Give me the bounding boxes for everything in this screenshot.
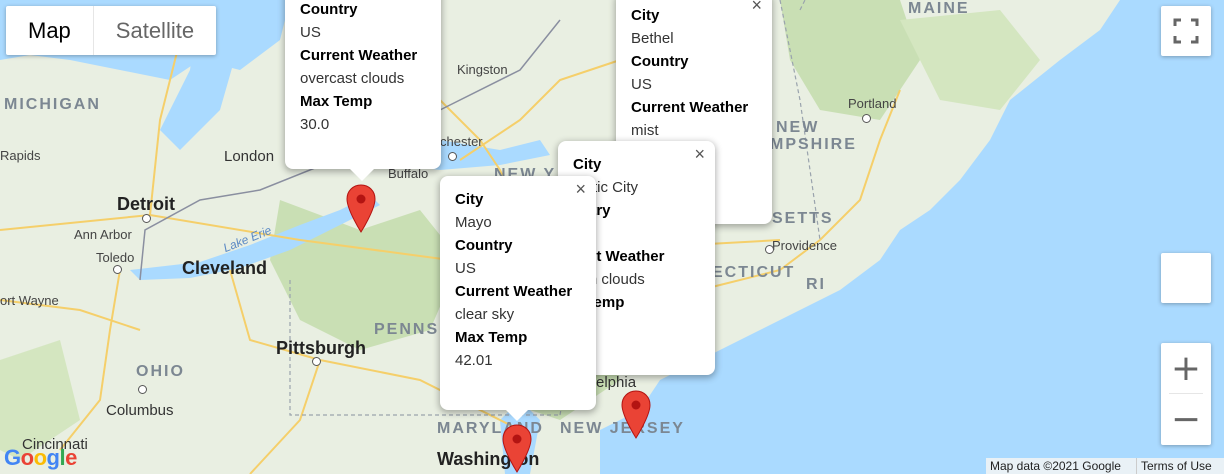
- map-marker[interactable]: [621, 390, 651, 440]
- city-dot: [113, 265, 122, 274]
- place-label: MICHIGAN: [4, 96, 101, 113]
- street-view-control[interactable]: [1161, 253, 1211, 303]
- info-window-tail: [350, 169, 374, 181]
- info-window: × City Mayo Country US Current Weather c…: [440, 176, 596, 410]
- info-key: Country: [455, 237, 513, 254]
- place-label: Ann Arbor: [74, 227, 132, 242]
- city-dot: [448, 152, 457, 161]
- place-label: Rapids: [0, 148, 41, 163]
- city-dot: [765, 245, 774, 254]
- info-value: 42.01: [455, 352, 493, 369]
- map-attribution: Map data ©2021 Google: [986, 458, 1136, 474]
- place-label: Columbus: [106, 402, 174, 419]
- info-key: Current Weather: [300, 47, 418, 64]
- info-value: Mayo: [455, 214, 492, 231]
- city-dot: [312, 357, 321, 366]
- logo-text: Google: [4, 445, 77, 470]
- terms-of-use-link[interactable]: Terms of Use: [1136, 458, 1224, 474]
- google-logo[interactable]: Google: [4, 445, 77, 471]
- info-key: Current Weather: [631, 99, 749, 116]
- place-label: Portland: [848, 96, 897, 111]
- close-icon[interactable]: ×: [694, 143, 705, 166]
- logo-letter: G: [4, 445, 21, 470]
- info-key: City: [455, 191, 484, 208]
- place-label: NEW: [776, 119, 820, 136]
- place-label: London: [224, 148, 275, 165]
- city-dot: [862, 114, 871, 123]
- info-key: Max Temp: [300, 93, 373, 110]
- place-label: RI: [806, 276, 826, 293]
- zoom-out-button[interactable]: −: [1161, 394, 1211, 444]
- logo-letter: g: [46, 445, 60, 470]
- zoom-in-button[interactable]: +: [1161, 343, 1211, 393]
- place-label: Toledo: [96, 250, 135, 265]
- info-value: 30.0: [300, 116, 330, 133]
- place-label: Pittsburgh: [276, 338, 366, 358]
- close-icon[interactable]: ×: [575, 178, 586, 201]
- info-value: US: [300, 24, 321, 41]
- info-key: Max Temp: [455, 329, 528, 346]
- info-value: US: [455, 260, 476, 277]
- info-value: overcast clouds: [300, 70, 405, 87]
- place-label: Kingston: [457, 62, 508, 77]
- fullscreen-icon: [1173, 18, 1199, 44]
- place-label: chester: [440, 134, 483, 149]
- map-type-control: Map Satellite: [6, 6, 217, 55]
- info-value: US: [631, 76, 652, 93]
- map-canvas[interactable]: MICHIGAN Rapids London Detroit Ann Arbor…: [0, 0, 1224, 474]
- logo-letter: o: [33, 445, 47, 470]
- map-type-satellite-button[interactable]: Satellite: [92, 6, 216, 55]
- place-label: MPSHIRE: [770, 136, 857, 153]
- place-label: Cleveland: [182, 258, 268, 278]
- place-label: Providence: [772, 238, 838, 253]
- info-value: mist: [631, 122, 659, 139]
- place-label: ECTICUT: [712, 264, 796, 281]
- info-value: clear sky: [455, 306, 515, 323]
- logo-letter: o: [20, 445, 34, 470]
- zoom-control: + −: [1161, 343, 1211, 445]
- info-window-tail: [505, 409, 529, 421]
- place-label: ort Wayne: [0, 293, 59, 308]
- place-label: SETTS: [772, 210, 834, 227]
- place-label: MAINE: [908, 0, 970, 17]
- info-window: Country US Current Weather overcast clou…: [285, 0, 441, 169]
- info-value: Bethel: [631, 30, 674, 47]
- place-label: PENNS: [374, 321, 440, 338]
- map-marker[interactable]: [346, 184, 376, 234]
- fullscreen-button[interactable]: [1161, 6, 1211, 56]
- close-icon[interactable]: ×: [751, 0, 762, 17]
- place-label: Detroit: [117, 194, 175, 214]
- city-dot: [138, 385, 147, 394]
- info-key: Country: [631, 53, 689, 70]
- place-label: OHIO: [136, 363, 185, 380]
- map-type-map-button[interactable]: Map: [6, 6, 93, 55]
- info-key: City: [573, 156, 602, 173]
- logo-letter: e: [65, 445, 77, 470]
- info-key: Country: [300, 1, 358, 18]
- city-dot: [142, 214, 151, 223]
- info-key: Current Weather: [455, 283, 573, 300]
- place-label: elphia: [596, 374, 637, 391]
- map-marker[interactable]: [502, 424, 532, 474]
- info-key: City: [631, 7, 660, 24]
